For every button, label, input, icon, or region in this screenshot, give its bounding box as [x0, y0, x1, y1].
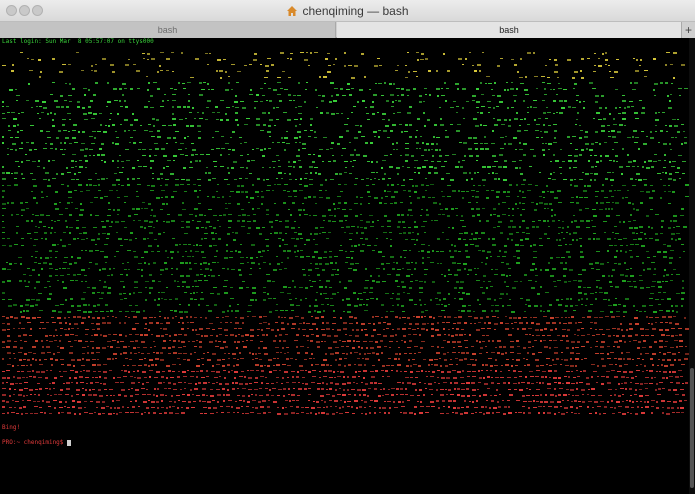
- shell-prompt[interactable]: PRO:~ chenqiming$: [2, 439, 72, 446]
- tab-bar: bash bash +: [0, 22, 695, 38]
- prompt-text: PRO:~ chenqiming$: [2, 439, 68, 446]
- window-title: chenqiming — bash: [0, 0, 695, 22]
- scrollbar[interactable]: [689, 38, 695, 494]
- tab-bash-1[interactable]: bash: [0, 22, 336, 38]
- window-title-text: chenqiming — bash: [302, 4, 409, 18]
- home-icon: [287, 6, 298, 16]
- ascii-art-image: [2, 52, 689, 415]
- text-cursor: [67, 440, 72, 446]
- tab-bash-2[interactable]: bash: [337, 22, 681, 38]
- new-tab-button[interactable]: +: [681, 22, 695, 38]
- scrollbar-thumb[interactable]: [690, 368, 694, 488]
- bing-line: Bing!: [2, 424, 21, 431]
- login-line: Last login: Sun Mar 8 05:57:07 on ttys00…: [2, 38, 154, 45]
- title-bar: chenqiming — bash: [0, 0, 695, 22]
- terminal-output[interactable]: Last login: Sun Mar 8 05:57:07 on ttys00…: [0, 38, 695, 494]
- ascii-art-texture: [2, 52, 689, 415]
